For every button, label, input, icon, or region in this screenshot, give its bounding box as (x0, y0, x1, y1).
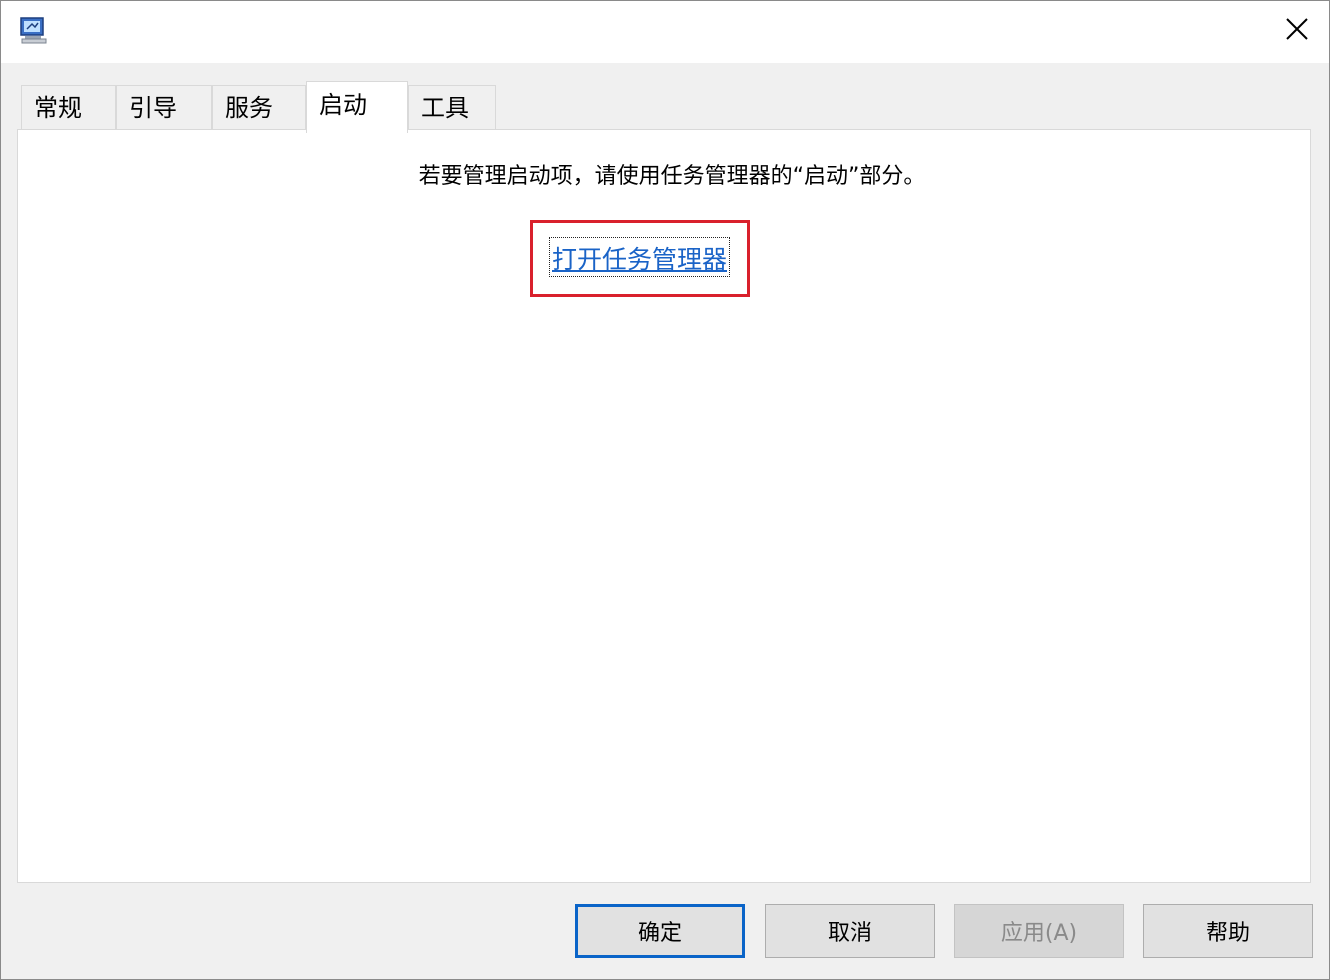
close-icon (1285, 17, 1309, 45)
tab-boot[interactable]: 引导 (116, 85, 212, 131)
tab-general[interactable]: 常规 (21, 85, 116, 131)
ok-button[interactable]: 确定 (575, 904, 745, 958)
startup-info-message: 若要管理启动项，请使用任务管理器的“启动”部分。 (418, 164, 926, 189)
computer-icon (19, 15, 49, 45)
system-configuration-window: 常规 引导 服务 启动 工具 若要管理启动项，请使用任务管理器的“启动”部分。 … (0, 0, 1330, 980)
help-button[interactable]: 帮助 (1143, 904, 1313, 958)
apply-button[interactable]: 应用(A) (954, 904, 1124, 958)
tab-startup[interactable]: 启动 (306, 81, 408, 133)
title-bar (1, 1, 1329, 63)
tab-tools[interactable]: 工具 (408, 85, 496, 131)
open-task-manager-link[interactable]: 打开任务管理器 (548, 237, 731, 277)
cancel-button[interactable]: 取消 (765, 904, 935, 958)
startup-tab-panel: 若要管理启动项，请使用任务管理器的“启动”部分。 打开任务管理器 (17, 129, 1311, 883)
tab-services[interactable]: 服务 (212, 85, 306, 131)
close-button[interactable] (1265, 1, 1329, 61)
